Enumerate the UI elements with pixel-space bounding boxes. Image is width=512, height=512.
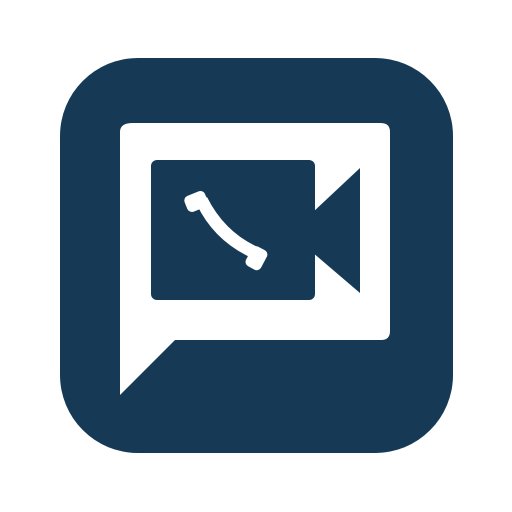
app-icon[interactable] [0,0,512,512]
app-icon-screen [0,0,512,512]
video-camera-body [151,160,315,300]
